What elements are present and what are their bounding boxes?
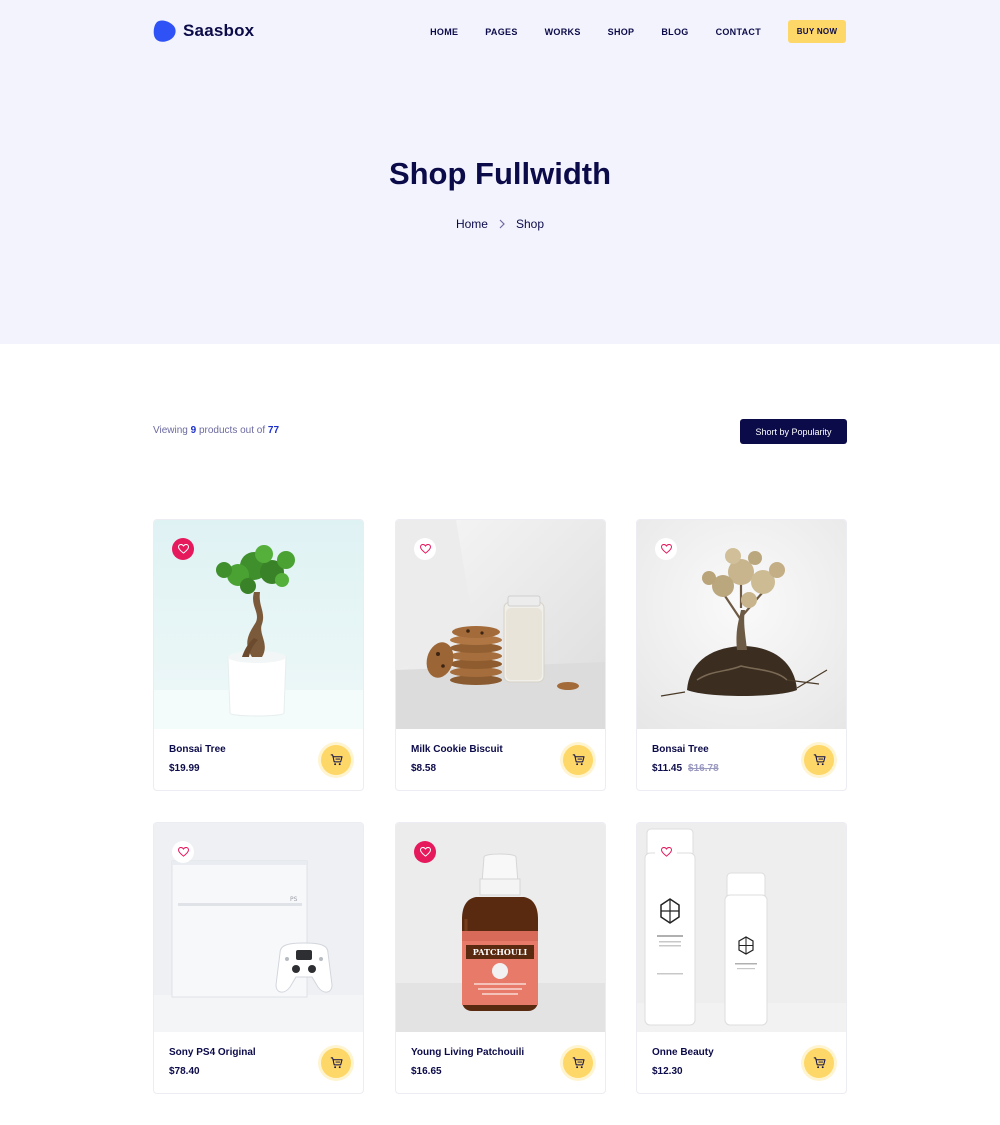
- heart-icon: [177, 847, 189, 857]
- breadcrumb: Home Shop: [0, 217, 1000, 231]
- product-card[interactable]: Onne Beauty $12.30: [636, 822, 847, 1094]
- main-nav: HOME PAGES WORKS SHOP BLOG CONTACT BUY N…: [430, 20, 846, 43]
- product-price: $16.65: [411, 1066, 442, 1077]
- add-to-cart-button[interactable]: [563, 745, 593, 775]
- product-price: $12.30: [652, 1066, 683, 1077]
- product-card[interactable]: PATCHOULI Young Living Patchouili $16.65: [395, 822, 606, 1094]
- cart-icon: [330, 1057, 343, 1069]
- chevron-right-icon: [498, 219, 506, 229]
- product-card[interactable]: Bonsai Tree $19.99: [153, 519, 364, 791]
- wishlist-button[interactable]: [414, 538, 436, 560]
- price-current: $78.40: [169, 1066, 200, 1077]
- product-price: $19.99: [169, 763, 200, 774]
- breadcrumb-home[interactable]: Home: [456, 217, 488, 231]
- product-card[interactable]: Bonsai Tree $11.45 $16.78: [636, 519, 847, 791]
- heart-icon: [419, 544, 431, 554]
- product-name[interactable]: Onne Beauty: [652, 1047, 714, 1058]
- hero-section: Saasbox HOME PAGES WORKS SHOP BLOG CONTA…: [0, 0, 1000, 344]
- price-current: $8.58: [411, 763, 437, 774]
- product-name[interactable]: Milk Cookie Biscuit: [411, 744, 503, 755]
- cart-icon: [813, 754, 826, 766]
- heart-icon: [660, 847, 672, 857]
- breadcrumb-shop: Shop: [515, 217, 545, 231]
- results-count: Viewing 9 products out of 77: [153, 425, 279, 436]
- product-price: $11.45 $16.78: [652, 763, 719, 774]
- nav-shop[interactable]: SHOP: [608, 21, 635, 43]
- logo-icon: [153, 20, 176, 42]
- page-title: Shop Fullwidth: [388, 156, 612, 191]
- add-to-cart-button[interactable]: [321, 1048, 351, 1078]
- cart-icon: [813, 1057, 826, 1069]
- brand-name: Saasbox: [183, 21, 255, 40]
- brand-logo[interactable]: Saasbox: [153, 19, 254, 43]
- heart-icon: [419, 847, 431, 857]
- product-card[interactable]: PS Sony PS4 Original $78.40: [153, 822, 364, 1094]
- wishlist-button[interactable]: [655, 841, 677, 863]
- price-current: $16.65: [411, 1066, 442, 1077]
- viewing-total: 77: [267, 425, 280, 436]
- buy-now-button[interactable]: BUY NOW: [788, 20, 846, 43]
- add-to-cart-button[interactable]: [804, 1048, 834, 1078]
- product-name[interactable]: Sony PS4 Original: [169, 1047, 256, 1058]
- nav-contact[interactable]: CONTACT: [716, 21, 761, 43]
- add-to-cart-button[interactable]: [804, 745, 834, 775]
- viewing-middle: products out of: [198, 425, 266, 436]
- product-name[interactable]: Bonsai Tree: [169, 744, 226, 755]
- wishlist-button[interactable]: [172, 538, 194, 560]
- cart-icon: [330, 754, 343, 766]
- nav-home[interactable]: HOME: [430, 21, 458, 43]
- product-name[interactable]: Bonsai Tree: [652, 744, 709, 755]
- price-current: $11.45: [652, 763, 683, 774]
- viewing-prefix: Viewing: [153, 425, 188, 436]
- price-current: $12.30: [652, 1066, 683, 1077]
- sort-button[interactable]: Short by Popularity: [740, 419, 847, 444]
- nav-works[interactable]: WORKS: [545, 21, 581, 43]
- wishlist-button[interactable]: [414, 841, 436, 863]
- nav-pages[interactable]: PAGES: [485, 21, 517, 43]
- add-to-cart-button[interactable]: [563, 1048, 593, 1078]
- cart-icon: [572, 1057, 585, 1069]
- wishlist-button[interactable]: [172, 841, 194, 863]
- heart-icon: [660, 544, 672, 554]
- product-card[interactable]: Milk Cookie Biscuit $8.58: [395, 519, 606, 791]
- viewing-count: 9: [190, 425, 197, 436]
- product-name[interactable]: Young Living Patchouili: [411, 1047, 524, 1058]
- svg-text:PS: PS: [290, 896, 298, 903]
- product-price: $78.40: [169, 1066, 200, 1077]
- add-to-cart-button[interactable]: [321, 745, 351, 775]
- heart-icon: [177, 544, 189, 554]
- product-price: $8.58: [411, 763, 436, 774]
- wishlist-button[interactable]: [655, 538, 677, 560]
- price-current: $19.99: [169, 763, 200, 774]
- nav-blog[interactable]: BLOG: [661, 21, 688, 43]
- cart-icon: [572, 754, 585, 766]
- svg-text:PATCHOULI: PATCHOULI: [473, 947, 528, 957]
- price-old: $16.78: [688, 763, 719, 774]
